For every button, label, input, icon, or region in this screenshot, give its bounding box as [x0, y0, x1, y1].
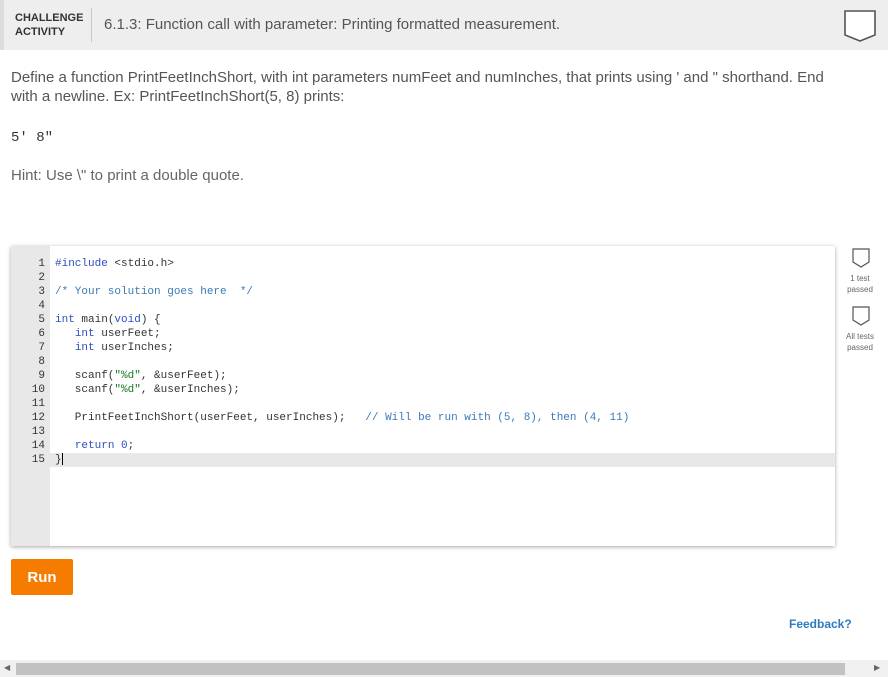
line-number: 8: [38, 356, 45, 368]
run-button[interactable]: Run: [11, 559, 73, 595]
line-number: 3: [38, 286, 45, 298]
line-number: 15: [31, 454, 45, 466]
line-number: 6: [38, 328, 45, 340]
code-line[interactable]: 11: [11, 397, 835, 411]
code-line[interactable]: 15}: [11, 453, 835, 467]
code-line[interactable]: 3 /* Your solution goes here */: [11, 285, 835, 299]
line-number: 14: [31, 440, 45, 452]
scroll-right-arrow-icon[interactable]: ▶: [874, 663, 880, 672]
header-accent-bar: [0, 0, 4, 50]
code-line[interactable]: 13: [11, 425, 835, 439]
line-number: 5: [38, 314, 45, 326]
line-number: 12: [31, 412, 45, 424]
scroll-left-arrow-icon[interactable]: ◀: [4, 663, 10, 672]
test-status-first: 1 test passed: [840, 273, 880, 295]
activity-title: 6.1.3: Function call with parameter: Pri…: [104, 16, 561, 33]
test-shield-icon: [852, 248, 870, 268]
line-number: 4: [38, 300, 45, 312]
code-line[interactable]: 2: [11, 271, 835, 285]
line-number: 10: [31, 384, 45, 396]
line-number: 11: [31, 398, 45, 410]
code-line[interactable]: 14 return 0;: [11, 439, 835, 453]
code-text[interactable]: }: [55, 453, 63, 467]
header-divider: [91, 8, 92, 42]
test-status-all-line1: All tests: [845, 332, 874, 341]
text-cursor: [61, 453, 63, 466]
test-shield-icon: [852, 306, 870, 326]
code-line[interactable]: 12 PrintFeetInchShort(userFeet, userInch…: [11, 411, 835, 425]
line-number: 2: [38, 272, 45, 284]
scrollbar-thumb[interactable]: [16, 663, 845, 675]
code-editor[interactable]: 1 #include <stdio.h> 2 3 /* Your solution go…: [11, 246, 835, 546]
code-line[interactable]: 8: [11, 355, 835, 369]
code-text[interactable]: int userInches;: [55, 341, 174, 355]
code-text[interactable]: scanf("%d", &userFeet);: [55, 369, 227, 383]
line-number: 7: [38, 342, 45, 354]
feedback-link[interactable]: Feedback?: [789, 617, 852, 631]
code-text[interactable]: int userFeet;: [55, 327, 161, 341]
code-line[interactable]: 6 int userFeet;: [11, 327, 835, 341]
shield-icon: [844, 10, 876, 42]
code-text[interactable]: return 0;: [55, 439, 134, 453]
code-line[interactable]: 4: [11, 299, 835, 313]
code-text[interactable]: /* Your solution goes here */: [55, 285, 253, 299]
line-number: 9: [38, 370, 45, 382]
code-line[interactable]: 5 int main(void) {: [11, 313, 835, 327]
test-status-all-line2: passed: [847, 343, 873, 352]
test-status-first-line2: passed: [847, 285, 873, 294]
activity-header: CHALLENGE ACTIVITY 6.1.3: Function call …: [0, 0, 888, 50]
example-output: 5' 8": [11, 130, 54, 146]
activity-type-line2: ACTIVITY: [15, 26, 66, 38]
code-text[interactable]: PrintFeetInchShort(userFeet, userInches)…: [55, 411, 630, 425]
hint-text: Hint: Use \" to print a double quote.: [11, 167, 244, 184]
code-line[interactable]: 9 scanf("%d", &userFeet);: [11, 369, 835, 383]
line-number: 1: [38, 258, 45, 270]
code-line[interactable]: 7 int userInches;: [11, 341, 835, 355]
code-text[interactable]: scanf("%d", &userInches);: [55, 383, 240, 397]
code-text[interactable]: #include <stdio.h>: [55, 257, 174, 271]
challenge-description: Define a function PrintFeetInchShort, wi…: [11, 69, 824, 105]
horizontal-scrollbar[interactable]: ◀ ▶: [0, 660, 888, 677]
activity-type-line1: CHALLENGE: [15, 12, 84, 24]
activity-type-label: CHALLENGE ACTIVITY: [15, 11, 83, 39]
code-line[interactable]: 10 scanf("%d", &userInches);: [11, 383, 835, 397]
code-text[interactable]: int main(void) {: [55, 313, 161, 327]
test-status-first-line1: 1 test: [850, 274, 870, 283]
test-status-all: All tests passed: [840, 331, 880, 353]
line-number: 13: [31, 426, 45, 438]
code-line[interactable]: 1 #include <stdio.h>: [11, 257, 835, 271]
